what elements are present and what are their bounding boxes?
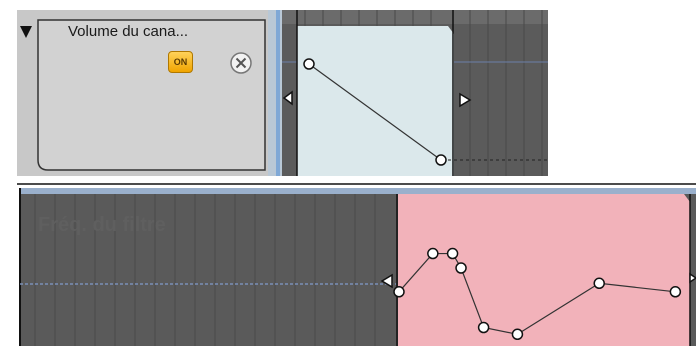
bottom-automation-point-4[interactable] [455,262,467,274]
bottom-selection-strip [20,188,696,194]
top-automation-region[interactable] [297,26,454,176]
bottom-automation-point-3[interactable] [446,247,459,260]
top-header-panel [37,19,266,171]
top-automation-point-2[interactable] [435,154,447,166]
bottom-track-canvas [0,180,696,346]
bottom-automation-point-7[interactable] [593,277,605,290]
filter-frequency-label: Fréq. du filtre [38,214,166,236]
bottom-automation-region[interactable] [398,194,690,346]
bottom-automation-point-8[interactable] [669,286,682,298]
bottom-automation-point-5[interactable] [477,321,490,334]
bottom-automation-point-1[interactable] [393,286,405,298]
track-name-label: Volume du cana... [68,23,189,40]
bottom-automation-point-6[interactable] [511,328,524,341]
on-toggle-button[interactable]: ON [168,51,193,73]
top-automation-point-1[interactable] [303,58,315,70]
close-icon[interactable] [229,51,253,75]
bottom-automation-point-2[interactable] [427,247,439,260]
top-ruler [282,10,548,24]
